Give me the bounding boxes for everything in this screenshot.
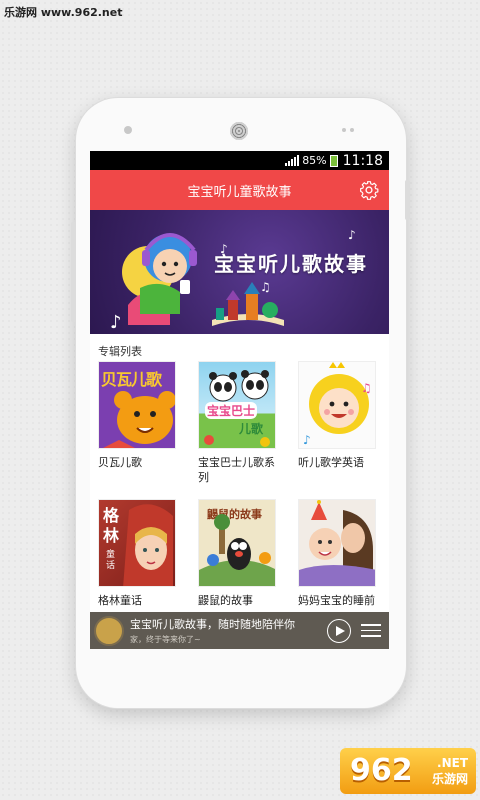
banner-title: 宝宝听儿歌故事 <box>214 252 368 276</box>
orange-bear-illustration <box>103 391 175 448</box>
mole-illustration <box>199 514 275 586</box>
play-icon[interactable] <box>327 618 351 643</box>
album-cover: 格林 童话 <box>98 499 176 587</box>
mother-baby-photo <box>299 500 375 586</box>
earpiece-speaker <box>230 122 248 140</box>
album-name: 妈妈宝宝的睡前 <box>298 594 375 607</box>
album-item[interactable]: ♪ ♫ 听儿歌学英语 <box>298 361 378 470</box>
album-item[interactable]: 鼹鼠的故事 鼹鼠的故事 <box>198 499 278 608</box>
album-item[interactable]: 妈妈宝宝的睡前 <box>298 499 378 608</box>
watermark-top-text: 乐游网 www.962.net <box>4 6 123 19</box>
app-screen: 85% 11:18 宝宝听儿童歌故事 ♪ 宝宝听儿歌故事 ♪ ♫ ♪ 专辑列表 … <box>90 151 389 649</box>
battery-percent: 85% <box>302 154 327 167</box>
logo-number: 962 <box>350 753 413 788</box>
sensor-icon <box>342 128 346 132</box>
svg-text:♪: ♪ <box>303 433 311 447</box>
app-bar: 宝宝听儿童歌故事 <box>90 170 389 210</box>
album-item[interactable]: 贝瓦儿歌 贝瓦儿歌 <box>98 361 178 470</box>
playlist-menu-icon[interactable] <box>361 620 381 641</box>
album-name: 宝宝巴士儿歌系列 <box>198 456 275 484</box>
logo-cn: 乐游网 <box>431 772 468 786</box>
player-info: 宝宝听儿歌故事，随时随地陪伴你 家，终于等来你了~ <box>130 616 327 645</box>
music-note-icon: ♪ <box>348 228 356 242</box>
site-logo: 962 .NET 乐游网 <box>340 748 476 794</box>
music-note-icon: ♪ <box>220 242 228 256</box>
banner[interactable]: ♪ 宝宝听儿歌故事 ♪ ♫ ♪ <box>90 210 389 334</box>
album-cover: ♪ ♫ <box>298 361 376 449</box>
album-cover: 鼹鼠的故事 <box>198 499 276 587</box>
album-name: 听儿歌学英语 <box>298 456 364 469</box>
album-name: 鼹鼠的故事 <box>198 594 253 607</box>
album-name: 格林童话 <box>98 594 142 607</box>
album-item[interactable]: 宝宝巴士 儿歌 宝宝巴士儿歌系列 <box>198 361 278 485</box>
chick-costume-child-illustration: ♪ ♫ <box>303 362 372 447</box>
music-note-icon: ♫ <box>260 280 271 294</box>
section-title: 专辑列表 <box>98 345 142 358</box>
front-camera-icon <box>124 126 132 134</box>
clock: 11:18 <box>342 152 383 169</box>
sensor-icon <box>350 128 354 132</box>
album-cover: 贝瓦儿歌 <box>98 361 176 449</box>
volume-button <box>71 222 76 322</box>
cover-text: 宝宝巴士 <box>205 402 258 419</box>
cover-text: 儿歌 <box>239 422 264 436</box>
red-riding-hood-illustration <box>123 504 173 586</box>
signal-icon <box>285 155 300 166</box>
player-subtitle: 家，终于等来你了~ <box>130 635 201 644</box>
player-thumbnail <box>94 615 124 646</box>
album-cover: 宝宝巴士 儿歌 <box>198 361 276 449</box>
battery-icon <box>329 154 338 167</box>
gear-icon[interactable] <box>359 180 379 200</box>
svg-text:♫: ♫ <box>361 381 372 395</box>
status-bar: 85% 11:18 <box>90 151 389 170</box>
album-name: 贝瓦儿歌 <box>98 456 142 469</box>
svg-text:♪: ♪ <box>110 312 122 333</box>
app-title: 宝宝听儿童歌故事 <box>187 184 292 200</box>
storybook-illustration <box>212 282 284 326</box>
player-title: 宝宝听儿歌故事，随时随地陪伴你 <box>130 618 295 631</box>
album-grid: 贝瓦儿歌 贝瓦儿歌 宝宝巴士 儿歌 宝宝巴士儿歌系列 ♪ ♫ 听儿歌学英语 格林… <box>90 361 389 649</box>
logo-net: .NET <box>437 756 468 770</box>
mini-player[interactable]: 宝宝听儿歌故事，随时随地陪伴你 家，终于等来你了~ <box>90 612 389 649</box>
album-cover <box>298 499 376 587</box>
album-item[interactable]: 格林 童话 格林童话 <box>98 499 178 608</box>
power-button <box>405 180 410 220</box>
